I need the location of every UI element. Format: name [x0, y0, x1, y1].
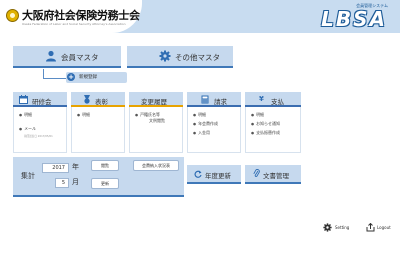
member-master-label: 会員マスタ: [61, 53, 99, 62]
count-label: 集計: [21, 172, 35, 180]
app-header: 大阪府社会保険労務士会 Osaka Federation of Labor an…: [0, 0, 400, 33]
org-name: 大阪府社会保険労務士会: [22, 9, 140, 22]
list-item[interactable]: 明細: [193, 112, 206, 118]
list-item[interactable]: 支払振替作成: [251, 130, 280, 136]
list-item[interactable]: 年会費作成: [193, 121, 218, 127]
category-history[interactable]: 変更履歴: [129, 92, 183, 107]
payment-status-button[interactable]: 会費納入状況表: [133, 160, 179, 171]
list-item[interactable]: 明細: [251, 112, 264, 118]
view-button[interactable]: 閲覧: [91, 160, 119, 171]
list-item[interactable]: メール: [19, 126, 36, 132]
year-input[interactable]: 2017: [42, 163, 69, 173]
plus-icon: +: [67, 73, 75, 81]
setting-link[interactable]: Setting: [335, 225, 349, 230]
category-training[interactable]: 研修会: [13, 92, 67, 107]
calculator-icon: [201, 95, 209, 104]
tree-connector: [43, 69, 44, 78]
category-label: 請求: [214, 98, 227, 106]
list-item[interactable]: 明細: [19, 112, 32, 118]
list-item[interactable]: お知らせ通知: [251, 121, 280, 127]
annual-update-label: 年度更新: [205, 172, 231, 180]
category-body-award: 明細: [71, 107, 125, 153]
calendar-icon: [19, 95, 28, 104]
category-body-history: 戸籍氏名等 文例閲覧: [129, 107, 183, 153]
org-banner: 大阪府社会保険労務士会 Osaka Federation of Labor an…: [0, 0, 142, 33]
category-body-training: 明細 メール 前回送信日 2017/05/01: [13, 107, 67, 153]
category-label: 研修会: [32, 98, 52, 106]
category-payment[interactable]: ¥ 支払: [245, 92, 301, 107]
paperclip-icon: [253, 169, 260, 177]
yen-icon: ¥: [259, 95, 264, 103]
org-subtitle: Osaka Federation of Labor and Social Sec…: [22, 22, 126, 26]
category-label: 変更履歴: [141, 98, 167, 106]
category-body-billing: 明細 年会費作成 入金用: [187, 107, 241, 153]
org-logo: [6, 9, 19, 22]
category-label: 支払: [271, 98, 284, 106]
new-register-button[interactable]: + 新規登録: [66, 72, 127, 83]
list-item[interactable]: 明細: [77, 112, 90, 118]
count-panel: 集計 2017 年 5 月 閲覧 更新 会費納入状況表: [13, 157, 184, 197]
tree-connector: [43, 78, 67, 79]
medal-icon: [84, 95, 90, 104]
gear-icon: [159, 50, 171, 62]
list-item[interactable]: 文例閲覧: [149, 118, 165, 124]
list-item[interactable]: 入金用: [193, 130, 210, 136]
brand-logo: LBSA: [321, 7, 387, 31]
document-management-label: 文書管理: [263, 172, 289, 180]
month-input[interactable]: 5: [55, 178, 69, 188]
year-unit: 年: [72, 163, 79, 171]
logout-icon[interactable]: [366, 223, 375, 232]
category-award[interactable]: 表彰: [71, 92, 125, 107]
new-register-label: 新規登録: [79, 75, 97, 80]
refresh-icon: [194, 170, 202, 178]
category-label: 表彰: [95, 98, 108, 106]
last-sent-note: 前回送信日 2017/05/01: [24, 135, 53, 138]
category-billing[interactable]: 請求: [187, 92, 241, 107]
member-master-button[interactable]: 会員マスタ: [13, 46, 121, 68]
other-master-label: その他マスタ: [175, 53, 220, 62]
month-unit: 月: [72, 178, 79, 186]
user-icon: [46, 50, 56, 62]
update-button[interactable]: 更新: [91, 178, 119, 189]
gear-icon[interactable]: [323, 223, 332, 232]
logout-link[interactable]: Logout: [377, 225, 391, 230]
category-body-payment: 明細 お知らせ通知 支払振替作成: [245, 107, 301, 153]
document-management-button[interactable]: 文書管理: [245, 165, 301, 184]
annual-update-button[interactable]: 年度更新: [187, 165, 241, 184]
other-master-button[interactable]: その他マスタ: [127, 46, 233, 68]
